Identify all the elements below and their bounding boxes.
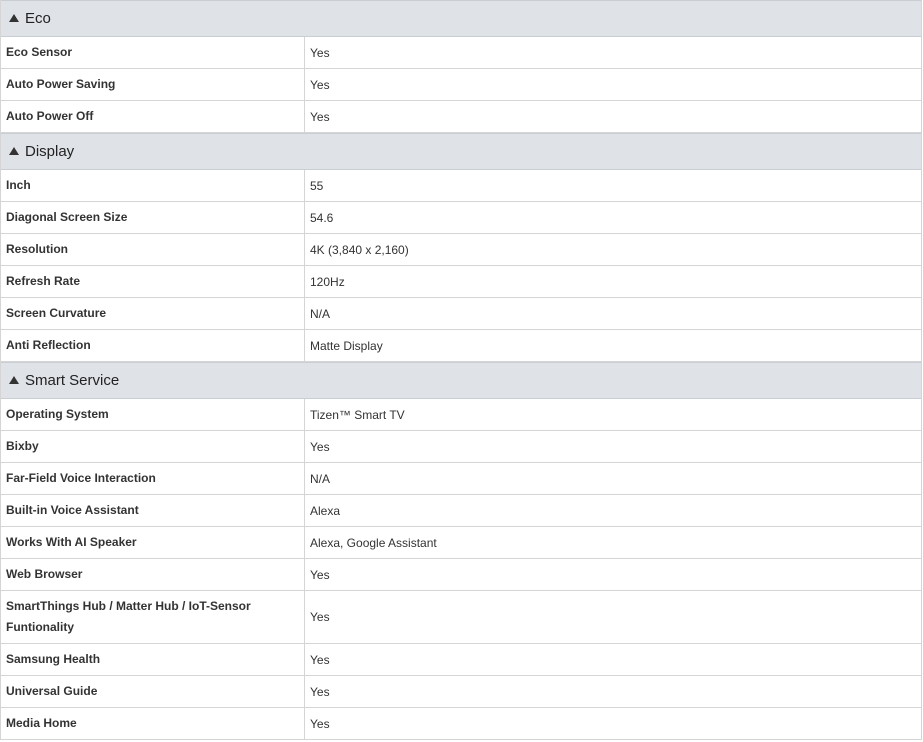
spec-value: Yes: [310, 567, 330, 582]
spec-label: Web Browser: [1, 559, 305, 590]
spec-label: Media Home: [1, 708, 305, 739]
spec-value: 4K (3,840 x 2,160): [310, 242, 409, 257]
spec-value: Yes: [310, 610, 330, 624]
spec-label: Eco Sensor: [1, 37, 305, 68]
section-title: Display: [25, 143, 75, 160]
spec-label: Inch: [1, 170, 305, 201]
spec-table: Eco Eco Sensor Yes Auto Power Saving Yes…: [0, 0, 922, 740]
spec-label: Far-Field Voice Interaction: [1, 463, 305, 494]
spec-row: Built-in Voice Assistant Alexa: [1, 495, 921, 527]
spec-row: Far-Field Voice Interaction N/A: [1, 463, 921, 495]
spec-label: Auto Power Saving: [1, 69, 305, 100]
spec-row: Screen Curvature N/A: [1, 298, 921, 330]
collapse-triangle-icon[interactable]: [9, 14, 19, 22]
spec-label: Screen Curvature: [1, 298, 305, 329]
spec-value: N/A: [310, 471, 331, 486]
collapse-triangle-icon[interactable]: [9, 147, 19, 155]
spec-label: Operating System: [1, 399, 305, 430]
spec-label: Refresh Rate: [1, 266, 305, 297]
section-title: Smart Service: [25, 372, 120, 389]
spec-value: Alexa, Google Assistant: [310, 535, 437, 550]
spec-row: Media Home Yes: [1, 708, 921, 740]
spec-label: Bixby: [1, 431, 305, 462]
spec-label: Auto Power Off: [1, 101, 305, 132]
spec-value: 55: [310, 178, 324, 193]
spec-row: Bixby Yes: [1, 431, 921, 463]
spec-value: Matte Display: [310, 338, 383, 353]
spec-row: Web Browser Yes: [1, 559, 921, 591]
spec-label: Samsung Health: [1, 644, 305, 675]
spec-value: Tizen™ Smart TV: [310, 407, 405, 422]
spec-value: Yes: [310, 109, 330, 124]
spec-label: SmartThings Hub / Matter Hub / IoT-Senso…: [1, 591, 305, 643]
spec-row: Refresh Rate 120Hz: [1, 266, 921, 298]
spec-label: Built-in Voice Assistant: [1, 495, 305, 526]
section-header-eco[interactable]: Eco: [1, 0, 921, 37]
spec-row: Diagonal Screen Size 54.6: [1, 202, 921, 234]
spec-value: N/A: [310, 306, 331, 321]
spec-row: Works With AI Speaker Alexa, Google Assi…: [1, 527, 921, 559]
spec-value: Yes: [310, 652, 330, 667]
collapse-triangle-icon[interactable]: [9, 376, 19, 384]
spec-row: Universal Guide Yes: [1, 676, 921, 708]
spec-label: Works With AI Speaker: [1, 527, 305, 558]
spec-row: Inch 55: [1, 170, 921, 202]
section-header-smart-service[interactable]: Smart Service: [1, 362, 921, 399]
spec-value: Yes: [310, 45, 330, 60]
spec-value: Yes: [310, 716, 330, 731]
spec-label: Anti Reflection: [1, 330, 305, 361]
spec-row: Resolution 4K (3,840 x 2,160): [1, 234, 921, 266]
spec-row: Auto Power Saving Yes: [1, 69, 921, 101]
spec-value: Yes: [310, 439, 330, 454]
spec-row: Eco Sensor Yes: [1, 37, 921, 69]
spec-label: Diagonal Screen Size: [1, 202, 305, 233]
spec-value: Alexa: [310, 503, 341, 518]
spec-row: Auto Power Off Yes: [1, 101, 921, 133]
spec-label: Resolution: [1, 234, 305, 265]
spec-value: 54.6: [310, 210, 334, 225]
spec-value: Yes: [310, 684, 330, 699]
section-header-display[interactable]: Display: [1, 133, 921, 170]
spec-value: Yes: [310, 77, 330, 92]
spec-value: 120Hz: [310, 274, 345, 289]
spec-row: SmartThings Hub / Matter Hub / IoT-Senso…: [1, 591, 921, 644]
spec-row: Anti Reflection Matte Display: [1, 330, 921, 362]
spec-row: Samsung Health Yes: [1, 644, 921, 676]
spec-label: Universal Guide: [1, 676, 305, 707]
spec-row: Operating System Tizen™ Smart TV: [1, 399, 921, 431]
section-title: Eco: [25, 10, 51, 27]
